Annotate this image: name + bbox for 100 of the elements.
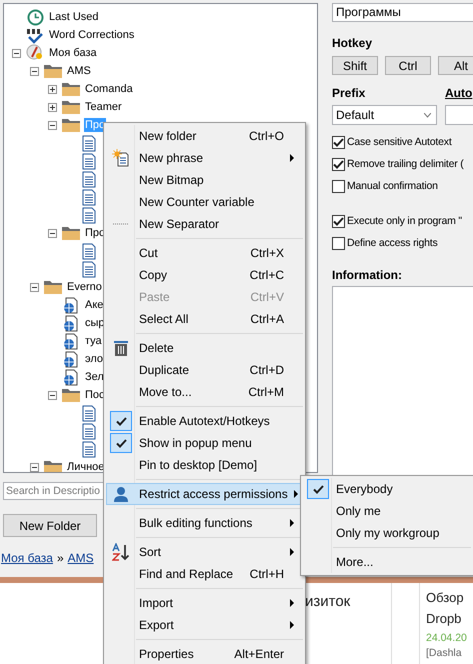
check-icon bbox=[333, 216, 344, 226]
checkbox[interactable] bbox=[332, 136, 345, 148]
menu-item[interactable]: Only me bbox=[303, 500, 471, 522]
menu-item[interactable]: Find and Replace Ctrl+H bbox=[106, 563, 303, 585]
autotext-label: Auto bbox=[445, 86, 472, 100]
menu-item[interactable]: Move to... Ctrl+M bbox=[106, 381, 303, 403]
breadcrumb-link[interactable]: AMS bbox=[68, 551, 94, 565]
menu-item[interactable]: Sort bbox=[106, 541, 303, 563]
menu-item[interactable]: Show in popup menu bbox=[106, 432, 303, 454]
menu-item[interactable]: New Separator bbox=[106, 213, 303, 235]
collapse-icon[interactable] bbox=[48, 228, 57, 238]
tree-item[interactable]: Аке bbox=[84, 298, 104, 312]
tree-item[interactable]: Личное bbox=[66, 460, 106, 472]
document-icon bbox=[82, 404, 96, 422]
collapse-icon[interactable] bbox=[12, 48, 21, 58]
document-icon bbox=[82, 440, 96, 458]
menu-item[interactable]: Restrict access permissions bbox=[106, 483, 303, 505]
web-document-icon bbox=[63, 314, 79, 332]
collapse-icon[interactable] bbox=[30, 282, 39, 292]
hotkey-label: Hotkey bbox=[332, 36, 374, 50]
tree-item[interactable]: туа bbox=[84, 334, 103, 348]
menu-item[interactable]: Select All Ctrl+A bbox=[106, 308, 303, 330]
document-icon bbox=[82, 206, 96, 224]
document-icon bbox=[82, 242, 96, 260]
new-page-icon bbox=[112, 149, 130, 167]
name-field[interactable]: Программы bbox=[332, 3, 473, 22]
sort-icon bbox=[112, 543, 130, 561]
web-document-icon bbox=[63, 296, 79, 314]
check-icon bbox=[333, 160, 344, 168]
abc-check-icon bbox=[25, 26, 45, 44]
web-document-icon bbox=[63, 332, 79, 350]
prefix-label: Prefix bbox=[332, 86, 366, 100]
dotted-line-icon bbox=[113, 223, 129, 225]
folder-icon bbox=[61, 387, 81, 403]
menu-item[interactable]: Cut Ctrl+X bbox=[106, 242, 303, 264]
folder-icon bbox=[61, 81, 81, 97]
document-icon bbox=[82, 188, 96, 206]
menu-item[interactable]: Only my workgroup bbox=[303, 522, 471, 544]
menu-item[interactable]: New folder Ctrl+O bbox=[106, 125, 303, 147]
new-folder-button[interactable]: New Folder bbox=[3, 514, 97, 537]
folder-icon bbox=[61, 225, 81, 241]
menu-item[interactable]: Import bbox=[106, 592, 303, 614]
tree-item[interactable]: Last Used bbox=[48, 10, 100, 24]
prefix-dropdown[interactable]: Default bbox=[332, 105, 437, 125]
item-date: 24.04.20 bbox=[426, 631, 468, 646]
menu-item[interactable]: Properties Alt+Enter bbox=[106, 643, 303, 664]
menu-item[interactable]: More... bbox=[303, 551, 471, 573]
breadcrumb-link[interactable]: Моя база bbox=[1, 551, 53, 565]
checkbox[interactable] bbox=[332, 158, 345, 170]
checkbox[interactable] bbox=[332, 180, 345, 192]
tree-item[interactable]: Comanda bbox=[84, 82, 134, 96]
tree-item[interactable]: Word Corrections bbox=[48, 28, 136, 42]
menu-item[interactable]: Export bbox=[106, 614, 303, 636]
collapse-icon[interactable] bbox=[48, 390, 57, 400]
item-source: [Dashla bbox=[426, 646, 463, 661]
tree-item[interactable]: Моя база bbox=[48, 46, 98, 60]
tree-item[interactable]: Teamer bbox=[84, 100, 123, 114]
checkbox[interactable] bbox=[332, 214, 345, 228]
check-icon bbox=[116, 438, 126, 448]
menu-item[interactable]: Copy Ctrl+C bbox=[106, 264, 303, 286]
item-title: изиток bbox=[305, 593, 350, 610]
modifier-button[interactable]: Ctrl bbox=[385, 56, 431, 75]
menu-item[interactable]: Bulk editing functions bbox=[106, 512, 303, 534]
folder-icon bbox=[43, 279, 63, 295]
item-title: Обзор bbox=[426, 589, 465, 607]
document-icon bbox=[82, 134, 96, 152]
expand-icon[interactable] bbox=[48, 102, 57, 112]
menu-item[interactable]: Enable Autotext/Hotkeys bbox=[106, 410, 303, 432]
item-title: Dropb bbox=[426, 610, 462, 628]
checkbox[interactable] bbox=[332, 236, 345, 250]
modifier-button[interactable]: Alt bbox=[438, 56, 473, 75]
menu-item[interactable]: Delete bbox=[106, 337, 303, 359]
menu-item[interactable]: New phrase bbox=[106, 147, 303, 169]
collapse-icon[interactable] bbox=[48, 120, 57, 130]
user-icon bbox=[113, 486, 129, 502]
document-icon bbox=[82, 422, 96, 440]
expand-icon[interactable] bbox=[48, 84, 57, 94]
menu-item[interactable]: New Counter variable bbox=[106, 191, 303, 213]
tree-item[interactable]: Зел bbox=[84, 370, 105, 384]
web-document-icon bbox=[63, 350, 79, 368]
folder-icon bbox=[43, 63, 63, 79]
folder-icon bbox=[61, 99, 81, 115]
menu-item[interactable]: Pin to desktop [Demo] bbox=[106, 454, 303, 476]
check-icon bbox=[116, 416, 126, 426]
folder-icon bbox=[61, 117, 81, 133]
menu-item[interactable]: Everybody bbox=[303, 478, 471, 500]
menu-item[interactable]: Duplicate Ctrl+D bbox=[106, 359, 303, 381]
menu-item[interactable]: New Bitmap bbox=[106, 169, 303, 191]
tree-item[interactable]: эло bbox=[84, 352, 104, 366]
collapse-icon[interactable] bbox=[30, 66, 39, 76]
document-icon bbox=[82, 152, 96, 170]
document-icon bbox=[82, 170, 96, 188]
modifier-button[interactable]: Shift bbox=[332, 56, 378, 75]
tree-item[interactable]: AMS bbox=[66, 64, 92, 78]
trash-icon bbox=[114, 340, 128, 356]
clock-icon bbox=[26, 8, 44, 26]
option-label: Define access rights bbox=[347, 237, 438, 249]
tree-item[interactable]: Everno bbox=[66, 280, 103, 294]
web-document-icon bbox=[63, 368, 79, 386]
collapse-icon[interactable] bbox=[30, 462, 39, 472]
